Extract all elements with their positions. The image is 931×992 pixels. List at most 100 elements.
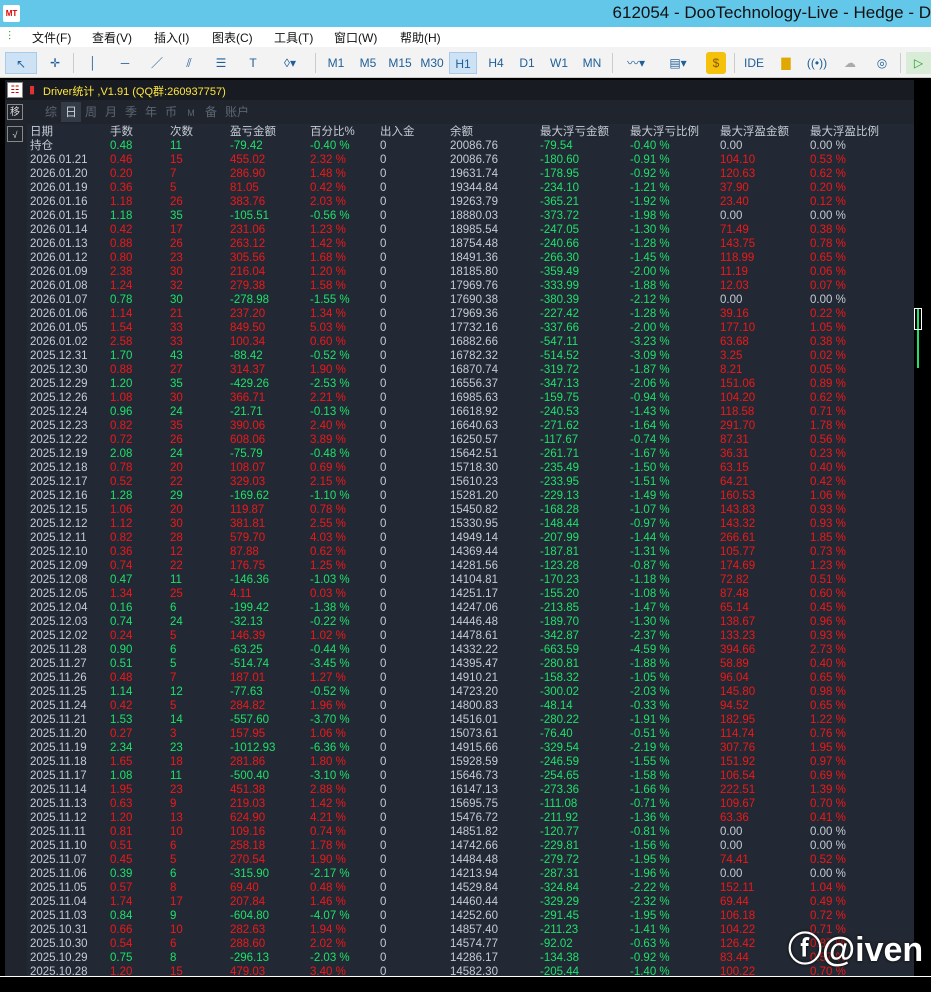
tf-m15[interactable]: M15 [385,52,415,74]
table-row[interactable]: 2025.11.10 0.51 6 258.18 1.78 % 0 14742.66 -229… [27,839,914,853]
menu-charts[interactable]: 图表(C) [212,29,253,46]
table-row[interactable]: 2025.11.14 1.95 23 451.38 2.88 % 0 16147.13 -27… [27,783,914,797]
menu-insert[interactable]: 插入(I) [154,29,189,46]
table-row[interactable]: 2026.01.09 2.38 30 216.04 1.20 % 0 18185.80 -35… [27,265,914,279]
table-row[interactable]: 2025.12.09 0.74 22 176.75 1.25 % 0 14281.56 -12… [27,559,914,573]
table-row[interactable]: 2025.12.03 0.74 24 -32.13 -0.22 % 0 14446.48 -1… [27,615,914,629]
tab-symbol[interactable]: 币 [161,102,181,122]
table-row[interactable]: 2026.01.16 1.18 26 383.76 2.03 % 0 19263.79 -36… [27,195,914,209]
tf-m5[interactable]: M5 [354,52,382,74]
table-row[interactable]: 2025.11.20 0.27 3 157.95 1.06 % 0 15073.61 -76.… [27,727,914,741]
table-row[interactable]: 2025.11.13 0.63 9 219.03 1.42 % 0 15695.75 -111… [27,797,914,811]
cursor-tool-icon[interactable]: ↖ [5,52,37,74]
table-row[interactable]: 2026.01.15 1.18 35 -105.51 -0.56 % 0 18880.03 -… [27,209,914,223]
table-row[interactable]: 2025.11.07 0.45 5 270.54 1.90 % 0 14484.48 -279… [27,853,914,867]
table-icon[interactable]: ☷ [7,82,23,98]
menu-file[interactable]: 文件(F) [32,29,71,46]
tf-w1[interactable]: W1 [545,52,573,74]
tf-d1[interactable]: D1 [513,52,541,74]
table-row[interactable]: 2026.01.05 1.54 33 849.50 5.03 % 0 17732.16 -33… [27,321,914,335]
table-row[interactable]: 2025.12.23 0.82 35 390.06 2.40 % 0 16640.63 -27… [27,419,914,433]
shopping-bag-icon[interactable]: ▇ [774,52,798,74]
table-row[interactable]: 2025.12.05 1.34 25 4.11 0.03 % 0 14251.17 -155.… [27,587,914,601]
templates-dropdown-icon[interactable]: ▤▾ [660,52,696,74]
table-row[interactable]: 2025.10.31 0.66 10 282.63 1.94 % 0 14857.40 -21… [27,923,914,937]
menu-tools[interactable]: 工具(T) [274,29,313,46]
vertical-line-icon[interactable]: │ [80,52,106,74]
table-row[interactable]: 2025.12.30 0.88 27 314.37 1.90 % 0 16870.74 -31… [27,363,914,377]
tab-summary[interactable]: 综 [41,102,61,122]
menu-view[interactable]: 查看(V) [92,29,132,46]
table-row[interactable]: 2025.11.21 1.53 14 -557.60 -3.70 % 0 14516.01 -… [27,713,914,727]
table-row[interactable]: 2025.11.27 0.51 5 -514.74 -3.45 % 0 14395.47 -2… [27,657,914,671]
table-row[interactable]: 2025.11.28 0.90 6 -63.25 -0.44 % 0 14332.22 -66… [27,643,914,657]
table-row[interactable]: 2026.01.19 0.36 5 81.05 0.42 % 0 19344.84 -234.… [27,181,914,195]
table-row[interactable]: 2025.12.19 2.08 24 -75.79 -0.48 % 0 15642.51 -2… [27,447,914,461]
table-row[interactable]: 2025.12.12 1.12 30 381.81 2.55 % 0 15330.95 -14… [27,517,914,531]
table-row[interactable]: 2025.11.12 1.20 13 624.90 4.21 % 0 15476.72 -21… [27,811,914,825]
channel-icon[interactable]: ⫽ [176,52,202,74]
table-row[interactable]: 2025.11.24 0.42 5 284.82 1.96 % 0 14800.83 -48.… [27,699,914,713]
horizontal-line-icon[interactable]: ─ [112,52,138,74]
table-row[interactable]: 2025.12.31 1.70 43 -88.42 -0.52 % 0 16782.32 -5… [27,349,914,363]
table-row[interactable]: 2025.12.02 0.24 5 146.39 1.02 % 0 14478.61 -342… [27,629,914,643]
algo-trading-play-icon[interactable]: ▷ [906,52,931,74]
table-row[interactable]: 2025.10.30 0.54 6 288.60 2.02 % 0 14574.77 -92.… [27,937,914,951]
table-row[interactable]: 2025.12.11 0.82 28 579.70 4.03 % 0 14949.14 -20… [27,531,914,545]
table-row[interactable]: 2025.11.19 2.34 23 -1012.93 -6.36 % 0 14915.66… [27,741,914,755]
table-row[interactable]: 2025.11.18 1.65 18 281.86 1.80 % 0 15928.59 -24… [27,755,914,769]
table-row[interactable]: 2025.12.10 0.36 12 87.88 0.62 % 0 14369.44 -187… [27,545,914,559]
shapes-dropdown-icon[interactable]: ◊▾ [272,52,308,74]
table-row[interactable]: 2025.12.08 0.47 11 -146.36 -1.03 % 0 14104.81 -… [27,573,914,587]
market-icon[interactable]: $ [706,52,726,74]
toggle-checkbox[interactable]: √ [7,126,23,142]
table-row[interactable]: 2025.11.25 1.14 12 -77.63 -0.52 % 0 14723.20 -3… [27,685,914,699]
table-row[interactable]: 2025.12.29 1.20 35 -429.26 -2.53 % 0 16556.37 -… [27,377,914,391]
table-row[interactable]: 持仓 0.48 11 -79.42 -0.40 % 0 20086.76 -79.54 -0.4… [27,139,914,153]
tab-day[interactable]: 日 [61,102,81,122]
table-row[interactable]: 2025.11.11 0.81 10 109.16 0.74 % 0 14851.82 -12… [27,825,914,839]
table-row[interactable]: 2025.12.18 0.78 20 108.07 0.69 % 0 15718.30 -23… [27,461,914,475]
tf-h4[interactable]: H4 [482,52,510,74]
tf-m30[interactable]: M30 [418,52,446,74]
tab-week[interactable]: 周 [81,102,101,122]
vps-cloud-icon[interactable]: ☁ [836,52,864,74]
trendline-icon[interactable]: ／ [144,52,170,74]
indicators-dropdown-icon[interactable]: 〰▾ [618,52,654,74]
tab-notes[interactable]: 备 [201,102,221,122]
table-row[interactable]: 2025.11.06 0.39 6 -315.90 -2.17 % 0 14213.94 -2… [27,867,914,881]
table-row[interactable]: 2025.12.26 1.08 30 366.71 2.21 % 0 16985.63 -15… [27,391,914,405]
table-row[interactable]: 2025.12.24 0.96 24 -21.71 -0.13 % 0 16618.92 -2… [27,405,914,419]
fibonacci-icon[interactable]: ☰ [208,52,234,74]
tf-h1[interactable]: H1 [449,52,477,74]
table-row[interactable]: 2026.01.13 0.88 26 263.12 1.42 % 0 18754.48 -24… [27,237,914,251]
tab-magic[interactable]: M [181,103,201,123]
table-row[interactable]: 2026.01.12 0.80 23 305.56 1.68 % 0 18491.36 -26… [27,251,914,265]
table-row[interactable]: 2025.12.22 0.72 26 608.06 3.89 % 0 16250.57 -11… [27,433,914,447]
menu-window[interactable]: 窗口(W) [334,29,377,46]
table-row[interactable]: 2025.12.17 0.52 22 329.03 2.15 % 0 15610.23 -23… [27,475,914,489]
tab-month[interactable]: 月 [101,102,121,122]
move-button[interactable]: 移 [7,104,23,120]
tab-year[interactable]: 年 [141,102,161,122]
table-row[interactable]: 2025.10.29 0.75 8 -296.13 -2.03 % 0 14286.17 -1… [27,951,914,965]
table-row[interactable]: 2025.12.15 1.06 20 119.87 0.78 % 0 15450.82 -16… [27,503,914,517]
table-row[interactable]: 2026.01.02 2.58 33 100.34 0.60 % 0 16882.66 -54… [27,335,914,349]
table-row[interactable]: 2025.11.17 1.08 11 -500.40 -3.10 % 0 15646.73 -… [27,769,914,783]
table-row[interactable]: 2025.12.16 1.28 29 -169.62 -1.10 % 0 15281.20 -… [27,489,914,503]
community-icon[interactable]: ◎ [868,52,896,74]
table-row[interactable]: 2025.11.03 0.84 9 -604.80 -4.07 % 0 14252.60 -2… [27,909,914,923]
text-tool-icon[interactable]: T [240,52,266,74]
crosshair-tool-icon[interactable]: ✛ [42,52,68,74]
tf-m1[interactable]: M1 [322,52,350,74]
table-row[interactable]: 2026.01.07 0.78 30 -278.98 -1.55 % 0 17690.38 -… [27,293,914,307]
tab-quarter[interactable]: 季 [121,102,141,122]
table-row[interactable]: 2026.01.08 1.24 32 279.38 1.58 % 0 17969.76 -33… [27,279,914,293]
table-row[interactable]: 2025.11.26 0.48 7 187.01 1.27 % 0 14910.21 -158… [27,671,914,685]
ide-button[interactable]: IDE [740,52,768,74]
signals-icon[interactable]: ((•)) [804,52,830,74]
tf-mn[interactable]: MN [577,52,607,74]
table-row[interactable]: 2025.11.05 0.57 8 69.40 0.48 % 0 14529.84 -324.… [27,881,914,895]
table-row[interactable]: 2026.01.14 0.42 17 231.06 1.23 % 0 18985.54 -24… [27,223,914,237]
table-row[interactable]: 2025.12.04 0.16 6 -199.42 -1.38 % 0 14247.06 -2… [27,601,914,615]
